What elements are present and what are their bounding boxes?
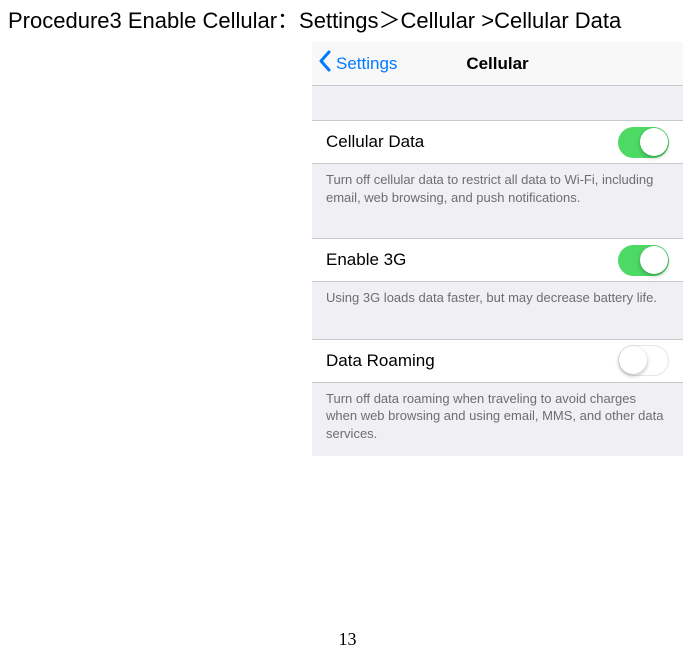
data-roaming-toggle[interactable] [618, 345, 669, 376]
enable-3g-footer: Using 3G loads data faster, but may decr… [312, 282, 683, 321]
toggle-knob [619, 346, 647, 374]
section-spacer [312, 86, 683, 120]
document-heading: Procedure3 Enable Cellular：Settings＞Cell… [0, 0, 695, 35]
cellular-data-row: Cellular Data [312, 120, 683, 164]
enable-3g-row: Enable 3G [312, 238, 683, 282]
data-roaming-label: Data Roaming [326, 351, 435, 371]
section-spacer [312, 321, 683, 339]
cellular-data-toggle[interactable] [618, 127, 669, 158]
toggle-knob [640, 128, 668, 156]
navbar: Settings Cellular [312, 42, 683, 86]
enable-3g-label: Enable 3G [326, 250, 406, 270]
chevron-left-icon [318, 50, 332, 77]
data-roaming-row: Data Roaming [312, 339, 683, 383]
section-spacer [312, 220, 683, 238]
back-button[interactable]: Settings [312, 50, 397, 77]
enable-3g-toggle[interactable] [618, 245, 669, 276]
data-roaming-footer: Turn off data roaming when traveling to … [312, 383, 683, 457]
cellular-data-footer: Turn off cellular data to restrict all d… [312, 164, 683, 220]
settings-screenshot: Settings Cellular Cellular Data Turn off… [312, 42, 683, 456]
cellular-data-label: Cellular Data [326, 132, 424, 152]
back-button-label: Settings [336, 54, 397, 74]
toggle-knob [640, 246, 668, 274]
page-number: 13 [0, 629, 695, 650]
